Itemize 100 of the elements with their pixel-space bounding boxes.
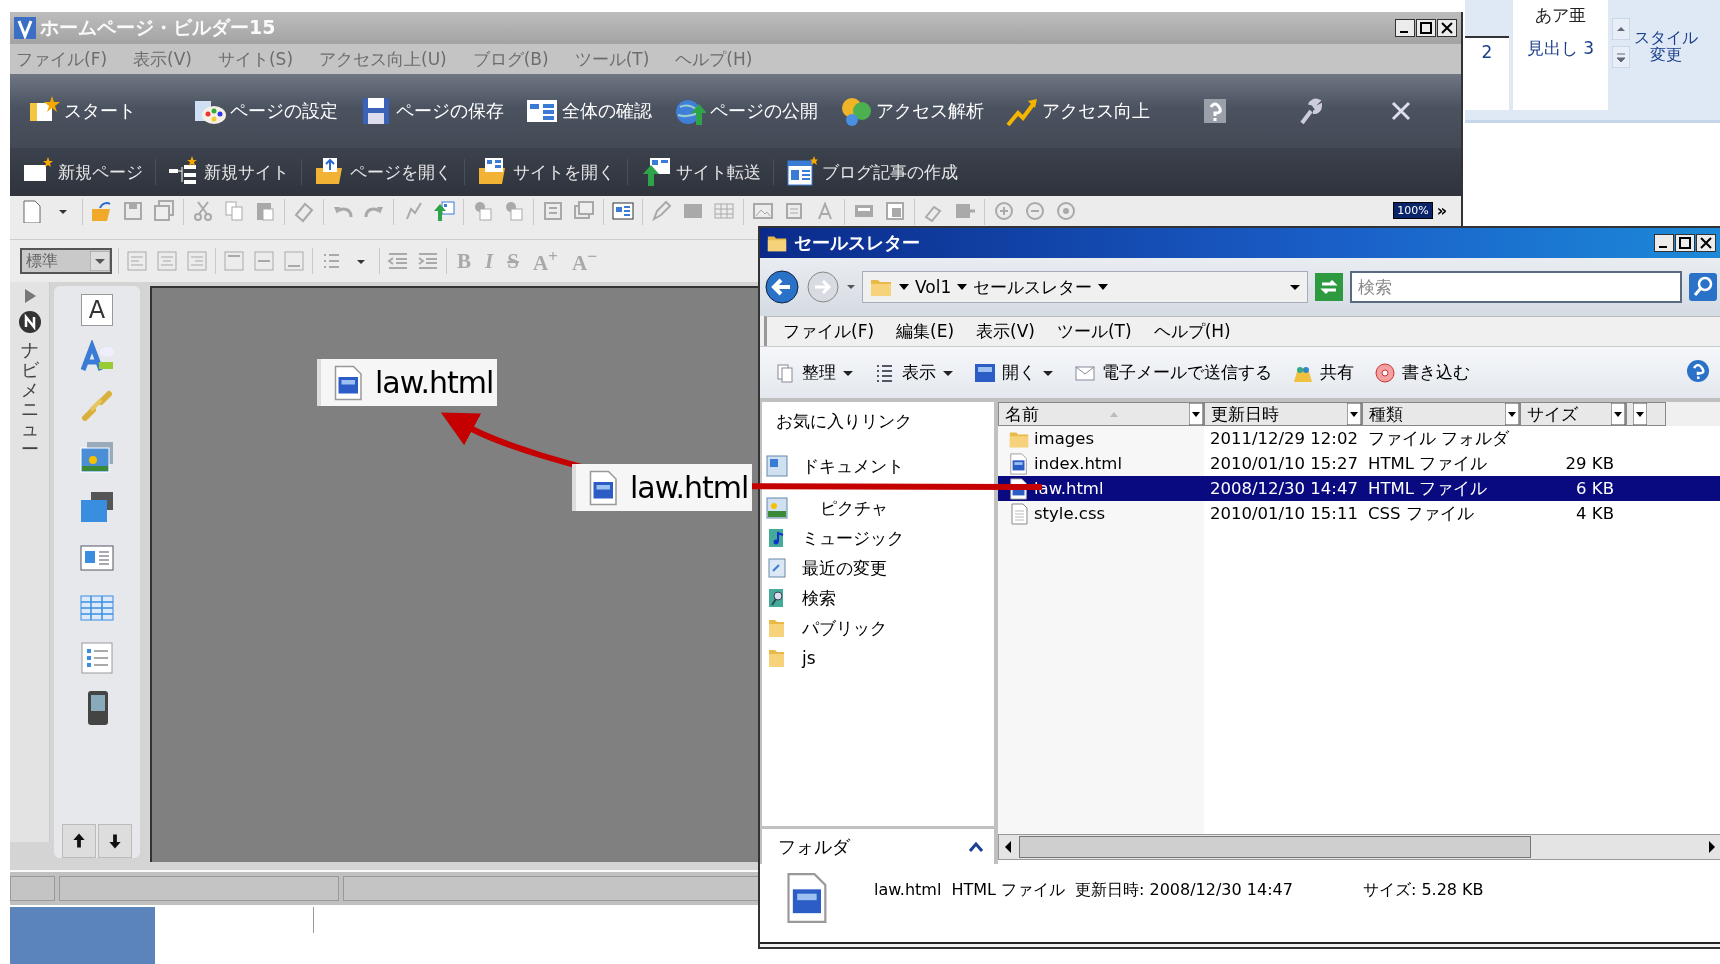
toolbar-button[interactable]: 開く (972, 359, 1056, 386)
favorite-link[interactable]: js (762, 643, 994, 673)
more-icon[interactable] (1612, 46, 1630, 68)
toolbar-button[interactable]: ページの保存 (356, 93, 508, 129)
file-name: law.html (630, 470, 749, 505)
toolbar-button[interactable]: 新規サイト (164, 154, 293, 190)
maximize-icon[interactable] (1416, 19, 1436, 37)
refresh-icon[interactable] (1314, 272, 1344, 302)
address-bar[interactable]: Vol1 セールスレター (862, 271, 1308, 303)
zoom-out-icon[interactable] (1023, 199, 1047, 223)
scissors-icon[interactable] (191, 199, 215, 223)
search-icon[interactable] (1688, 272, 1718, 302)
style-dropdown[interactable]: 標準 (20, 248, 112, 274)
file-row[interactable]: images 2011/12/29 12:02 ファイル フォルダ (998, 426, 1720, 451)
toolbar-button[interactable]: 書き込む (1372, 359, 1472, 386)
copy-icon[interactable] (222, 199, 246, 223)
align-middle-icon[interactable] (252, 249, 276, 273)
change-styles-button[interactable]: スタイル 変更 (1634, 0, 1698, 110)
blank-page-icon[interactable] (20, 199, 44, 223)
maximize-icon[interactable] (1675, 234, 1695, 252)
help-icon[interactable] (1686, 358, 1710, 383)
file-row[interactable]: style.css 2010/01/10 15:11 CSS ファイル 4 KB (998, 501, 1720, 526)
toolbar-button[interactable]: ページを開く (310, 154, 456, 190)
scroll-up-icon[interactable] (1612, 18, 1630, 40)
align-center-icon[interactable] (155, 249, 179, 273)
search-field[interactable]: 検索 (1350, 271, 1682, 303)
help-icon[interactable] (1202, 97, 1228, 125)
file-row[interactable]: index.html 2010/01/10 15:27 HTML ファイル 29 KB (998, 451, 1720, 476)
save-all-icon[interactable] (152, 199, 176, 223)
favorite-link[interactable]: ドキュメント (762, 451, 994, 481)
text-tool-button[interactable]: A (81, 294, 113, 326)
circles-icon (840, 95, 872, 127)
web-page-icon (974, 361, 996, 384)
pen-icon[interactable] (650, 199, 674, 223)
toolbar-button[interactable]: サイトを開く (473, 154, 619, 190)
menu-item[interactable]: ヘルプ(H) (1153, 320, 1231, 343)
menu-item[interactable]: ファイル(F) (783, 320, 875, 343)
menu-item[interactable]: 表示(V) (976, 320, 1035, 343)
table-cell-text: ファイル フォルダ (1367, 427, 1511, 450)
form-icon[interactable] (541, 199, 565, 223)
close-icon[interactable] (1696, 234, 1716, 252)
scrollbar-thumb[interactable] (1019, 836, 1531, 858)
sitemap-upload-icon[interactable] (432, 199, 456, 223)
minimize-icon[interactable] (1654, 234, 1674, 252)
minimize-icon[interactable] (1395, 19, 1415, 37)
zoom-field[interactable]: 100% (1393, 202, 1433, 219)
list-icon[interactable] (79, 640, 115, 676)
toolbar-button[interactable]: 電子メールで送信する (1072, 359, 1274, 386)
toolbar-button[interactable]: ページの公開 (670, 93, 822, 129)
photo-icon[interactable] (79, 440, 115, 476)
toolbar-button[interactable]: 表示 (872, 359, 956, 386)
align-right-icon[interactable] (185, 249, 209, 273)
column-header[interactable] (1626, 402, 1666, 426)
overflow-button[interactable]: » (1436, 201, 1447, 220)
favorite-link[interactable]: 最近の変更 (762, 553, 994, 583)
align-bottom-icon[interactable] (282, 249, 306, 273)
toolbar-button[interactable]: サイト転送 (636, 154, 765, 190)
toolbar-button[interactable]: 共有 (1290, 359, 1356, 386)
upload-sitemap-icon (640, 156, 672, 188)
column-header[interactable]: 種類 (1362, 402, 1520, 426)
file-size: サイズ: 5.28 KB (1362, 880, 1484, 901)
pane-heading: お気に入りリンク (775, 410, 913, 433)
table-cell-text: HTML ファイル (1367, 452, 1489, 475)
zoom-in-icon[interactable] (992, 199, 1016, 223)
toolbar-button[interactable]: 全体の確認 (522, 93, 656, 129)
toolbar-button[interactable]: アクセス向上 (1002, 93, 1154, 129)
favorite-link[interactable]: ミュージック (762, 523, 994, 553)
style-gallery-item[interactable]: 2 (1481, 42, 1493, 62)
horizontal-scrollbar[interactable] (998, 834, 1720, 860)
favorite-link[interactable]: パブリック (762, 613, 994, 643)
favorite-link[interactable]: 検索 (762, 583, 994, 613)
breadcrumb-item[interactable]: セールスレター (973, 275, 1093, 299)
table-cell-text: 2011/12/29 12:02 (1209, 429, 1359, 448)
toolbar-button[interactable]: アクセス解析 (836, 93, 988, 129)
column-header[interactable]: サイズ (1520, 402, 1626, 426)
layout-icon[interactable] (611, 199, 635, 223)
column-header[interactable]: 名前 (998, 402, 1204, 426)
toolbar-button[interactable]: ブログ記事の作成 (782, 154, 962, 190)
navi-menu-tab[interactable]: ナビメニュー (20, 340, 39, 459)
menu-item[interactable]: 編集(E) (896, 320, 955, 343)
style-gallery-item[interactable]: 見出し 3 (1526, 37, 1595, 60)
table-cell-text: HTML ファイル (1367, 477, 1489, 500)
align-left-icon[interactable] (125, 249, 149, 273)
play-icon[interactable] (22, 288, 37, 304)
column-header[interactable]: 更新日時 (1204, 402, 1362, 426)
toolbar-button[interactable]: 整理 (772, 359, 856, 386)
breadcrumb-item[interactable]: Vol1 (915, 277, 952, 297)
back-icon[interactable] (764, 269, 800, 305)
zoom-reset-icon[interactable] (1054, 199, 1078, 223)
file-name: style.css (1034, 504, 1106, 523)
toolbar-button[interactable]: 新規ページ (18, 154, 147, 190)
documents-icon (766, 455, 788, 477)
toolbar-button[interactable]: スタート (24, 93, 140, 129)
favorite-link[interactable]: ピクチャ (762, 493, 994, 523)
menu-item[interactable]: ツール(T) (1056, 320, 1132, 343)
save-icon[interactable] (121, 199, 145, 223)
forward-icon[interactable] (806, 270, 840, 304)
close-icon[interactable] (1437, 19, 1457, 37)
toolbar-button[interactable]: ページの設定 (190, 93, 342, 129)
align-top-icon[interactable] (222, 249, 246, 273)
